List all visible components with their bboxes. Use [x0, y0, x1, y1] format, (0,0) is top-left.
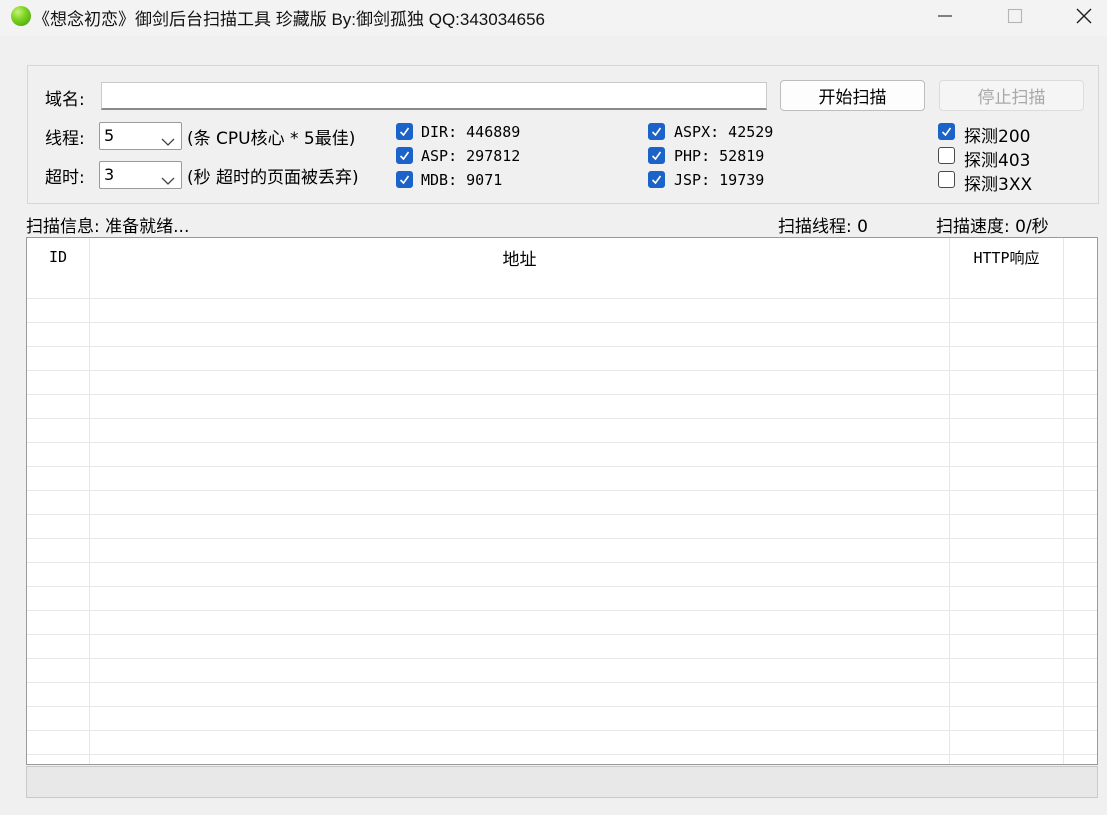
column-header-address[interactable]: 地址 — [90, 238, 949, 276]
row-divider — [27, 394, 1097, 395]
scan-info: 扫描信息: 准备就绪... — [26, 217, 190, 237]
timeout-dropdown[interactable]: 3 — [99, 161, 182, 189]
column-header-http-response[interactable]: HTTP响应 — [950, 238, 1063, 276]
minimize-button[interactable] — [922, 0, 968, 32]
row-divider — [27, 322, 1097, 323]
timeout-hint: (秒 超时的页面被丢弃) — [187, 168, 359, 188]
column-divider — [1063, 238, 1064, 764]
row-divider — [27, 634, 1097, 635]
domain-input[interactable] — [101, 82, 767, 110]
row-divider — [27, 346, 1097, 347]
row-divider — [27, 298, 1097, 299]
timeout-label: 超时: — [45, 168, 85, 188]
threads-value: 5 — [104, 126, 115, 145]
php-label: PHP: 52819 — [674, 147, 765, 165]
jsp-label: JSP: 19739 — [674, 171, 765, 189]
client-area: 域名: 开始扫描 停止扫描 线程: 5 (条 CPU核心 * 5最佳) 超时: … — [0, 36, 1107, 815]
mdb-label: MDB: 9071 — [421, 171, 503, 189]
row-divider — [27, 442, 1097, 443]
start-scan-button[interactable]: 开始扫描 — [780, 80, 925, 111]
detect-403-checkbox[interactable] — [938, 147, 955, 164]
row-divider — [27, 562, 1097, 563]
row-divider — [27, 658, 1097, 659]
asp-label: ASP: 297812 — [421, 147, 521, 165]
php-checkbox[interactable] — [648, 147, 665, 164]
detect-3xx-label: 探测3XX — [964, 175, 1033, 195]
row-divider — [27, 514, 1097, 515]
close-button[interactable] — [1061, 0, 1107, 32]
domain-label: 域名: — [45, 90, 85, 110]
row-divider — [27, 538, 1097, 539]
threads-hint: (条 CPU核心 * 5最佳) — [187, 129, 356, 149]
asp-checkbox[interactable] — [396, 147, 413, 164]
settings-panel: 域名: 开始扫描 停止扫描 线程: 5 (条 CPU核心 * 5最佳) 超时: … — [27, 65, 1099, 204]
chevron-down-icon — [161, 132, 175, 151]
row-divider — [27, 586, 1097, 587]
results-table[interactable]: ID 地址 HTTP响应 — [26, 237, 1098, 765]
dir-checkbox[interactable] — [396, 123, 413, 140]
row-divider — [27, 706, 1097, 707]
column-divider — [949, 238, 950, 764]
aspx-label: ASPX: 42529 — [674, 123, 774, 141]
row-divider — [27, 418, 1097, 419]
maximize-button[interactable] — [992, 0, 1038, 32]
detect-200-checkbox[interactable] — [938, 123, 955, 140]
scan-speed: 扫描速度: 0/秒 — [936, 217, 1049, 237]
chevron-down-icon — [161, 171, 175, 190]
mdb-checkbox[interactable] — [396, 171, 413, 188]
row-divider — [27, 754, 1097, 755]
scan-threads: 扫描线程: 0 — [778, 217, 868, 237]
row-divider — [27, 490, 1097, 491]
column-divider — [89, 238, 90, 764]
jsp-checkbox[interactable] — [648, 171, 665, 188]
threads-dropdown[interactable]: 5 — [99, 122, 182, 150]
row-divider — [27, 370, 1097, 371]
title-bar: 《想念初恋》御剑后台扫描工具 珍藏版 By:御剑孤独 QQ:343034656 — [0, 0, 1107, 36]
detect-200-label: 探测200 — [964, 127, 1031, 147]
stop-scan-button[interactable]: 停止扫描 — [939, 80, 1084, 111]
window-title: 《想念初恋》御剑后台扫描工具 珍藏版 By:御剑孤独 QQ:343034656 — [33, 10, 545, 29]
row-divider — [27, 466, 1097, 467]
detect-3xx-checkbox[interactable] — [938, 171, 955, 188]
close-icon — [1075, 7, 1093, 25]
threads-label: 线程: — [45, 129, 85, 149]
row-divider — [27, 682, 1097, 683]
row-divider — [27, 610, 1097, 611]
aspx-checkbox[interactable] — [648, 123, 665, 140]
maximize-icon — [1007, 8, 1023, 24]
column-header-id[interactable]: ID — [27, 238, 89, 276]
minimize-icon — [937, 8, 953, 24]
app-icon — [11, 6, 31, 26]
row-divider — [27, 730, 1097, 731]
status-bar — [26, 766, 1098, 798]
dir-label: DIR: 446889 — [421, 123, 521, 141]
detect-403-label: 探测403 — [964, 151, 1031, 171]
timeout-value: 3 — [104, 165, 115, 184]
